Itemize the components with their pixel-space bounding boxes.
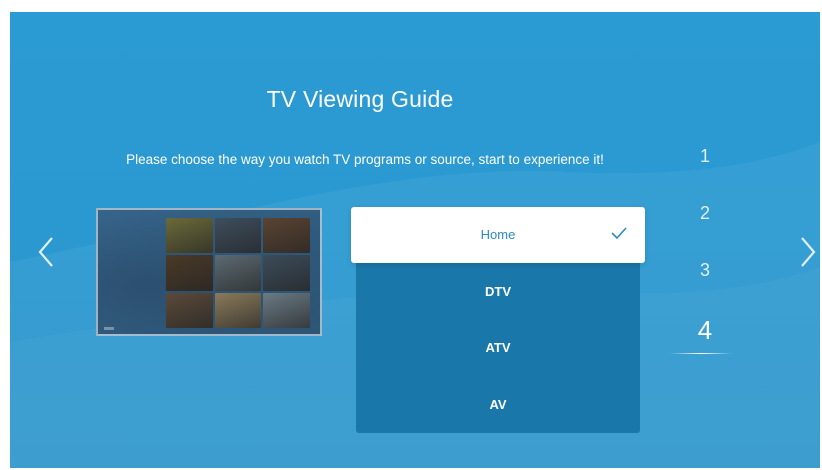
movie-poster — [166, 292, 213, 328]
movie-poster — [214, 218, 262, 254]
checkmark-icon — [611, 227, 627, 239]
home-preview-thumbnail — [96, 208, 322, 336]
step-1[interactable]: 1 — [670, 146, 740, 167]
active-step-underline — [670, 353, 732, 354]
source-item-label: Home — [480, 227, 516, 242]
page-subtitle: Please choose the way you watch TV progr… — [126, 152, 604, 167]
chevron-left-icon — [38, 237, 53, 267]
movie-poster — [214, 255, 262, 291]
movie-poster — [263, 255, 310, 291]
source-item-atv[interactable]: ATV — [356, 320, 640, 376]
step-4-current[interactable]: 4 — [670, 315, 740, 346]
source-item-label: AV — [489, 397, 507, 412]
movie-poster — [166, 218, 213, 254]
page-title: TV Viewing Guide — [266, 86, 454, 112]
source-item-dtv[interactable]: DTV — [356, 264, 640, 320]
movie-poster — [166, 255, 213, 291]
source-item-home[interactable]: Home — [351, 207, 645, 263]
tv-viewing-guide-screen: TV Viewing Guide Please choose the way y… — [10, 12, 820, 468]
preview-corner-mark — [104, 327, 114, 330]
source-item-av[interactable]: AV — [356, 377, 640, 433]
next-page-button[interactable] — [794, 232, 820, 272]
source-item-label: DTV — [485, 284, 511, 299]
chevron-right-icon — [801, 237, 816, 267]
source-item-label: ATV — [485, 340, 511, 355]
movie-poster-grid — [166, 218, 310, 328]
previous-page-button[interactable] — [32, 232, 62, 272]
source-list: DTV ATV AV Home — [351, 207, 645, 433]
step-2[interactable]: 2 — [670, 203, 740, 224]
step-3[interactable]: 3 — [670, 260, 740, 281]
movie-poster — [214, 292, 262, 328]
movie-poster — [263, 218, 310, 254]
movie-poster — [263, 292, 310, 328]
